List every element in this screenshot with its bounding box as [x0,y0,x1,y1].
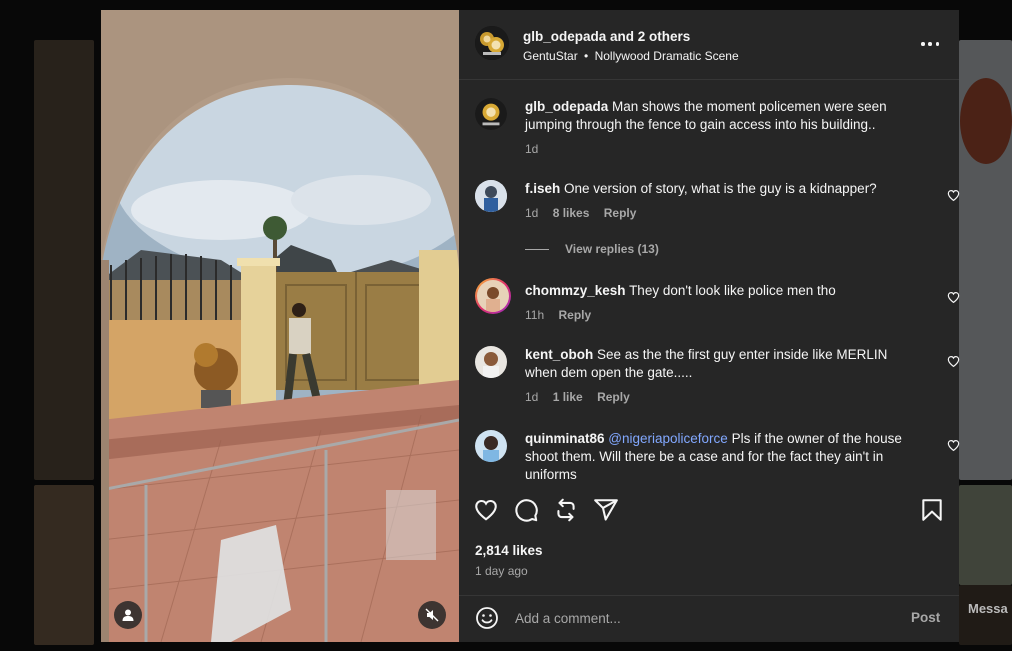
comment-item: quinminat86 @nigeriapoliceforce Pls if t… [475,430,960,490]
mute-icon [425,608,439,622]
post-header: glb_odepada and 2 others GentuStar • Nol… [459,10,959,80]
audio-name[interactable]: Nollywood Dramatic Scene [595,49,739,63]
comment-likes[interactable]: 8 likes [553,206,590,220]
comment-time[interactable]: 1d [525,390,538,404]
post-actions [459,493,959,529]
coauthors-link[interactable]: and 2 others [610,29,690,44]
post-subtitle: GentuStar • Nollywood Dramatic Scene [523,49,739,63]
caption-text-block: glb_odepada Man shows the moment policem… [525,98,920,134]
comment-meta: 1d 1 like Reply [525,390,641,404]
user-tag-button[interactable] [114,601,142,629]
commenter-avatar[interactable] [475,430,507,462]
bookmark-icon[interactable] [919,497,945,523]
comment-text-block: chommzy_kesh They don't look like police… [525,282,920,300]
avatar-image [475,346,507,378]
comment-item: kent_oboh See as the the first guy enter… [475,346,960,406]
reply-button[interactable]: Reply [604,206,637,220]
more-icon [928,42,932,46]
share-icon[interactable] [593,497,619,523]
subtitle-account[interactable]: GentuStar [523,49,578,63]
comment-mention-link[interactable]: @nigeriapoliceforce [608,431,728,446]
emoji-icon[interactable] [475,606,499,630]
view-replies-line [525,248,549,250]
post-details-panel: glb_odepada and 2 others GentuStar • Nol… [459,10,960,642]
caption-time[interactable]: 1d [525,142,538,156]
post-caption: glb_odepada Man shows the moment policem… [475,98,935,158]
comment-text-block: kent_oboh See as the the first guy enter… [525,346,920,382]
caption-avatar[interactable] [475,98,507,130]
avatar-image [475,430,507,462]
post-author-line: glb_odepada and 2 others [523,29,690,44]
more-icon [935,42,939,46]
comment-username[interactable]: chommzy_kesh [525,283,626,298]
comment-like-heart-icon[interactable] [947,291,960,304]
comment-text: One version of story, what is the guy is… [564,181,877,196]
commenter-avatar[interactable] [475,346,507,378]
post-video[interactable] [101,10,459,642]
comment-username[interactable]: kent_oboh [525,347,593,362]
heart-icon[interactable] [473,497,499,523]
comment-input[interactable] [515,607,895,629]
comment-time[interactable]: 1d [525,206,538,220]
caption-meta: 1d [525,142,549,156]
lion-logo-icon [475,98,507,130]
avatar-image [475,180,507,212]
add-comment-bar: Post [459,595,959,642]
author-username[interactable]: glb_odepada [523,29,606,44]
user-tag-icon [122,609,134,621]
bg-messages-label: Messa [968,601,1008,616]
comment-like-heart-icon[interactable] [947,439,960,452]
comment-meta: 11h Reply [525,308,602,322]
comment-text-block: f.iseh One version of story, what is the… [525,180,920,198]
comment-like-heart-icon[interactable] [947,355,960,368]
comment-icon[interactable] [513,497,539,523]
commenter-avatar[interactable] [475,180,507,212]
comment-time[interactable]: 11h [525,308,544,322]
comment-item: chommzy_kesh They don't look like police… [475,278,960,328]
comment-meta: 1d 8 likes Reply [525,206,647,220]
subtitle-separator: • [584,49,589,63]
comment-likes[interactable]: 1 like [553,390,583,404]
more-options-button[interactable] [917,36,943,52]
comment-username[interactable]: quinminat86 [525,431,605,446]
video-frame [101,10,459,642]
repost-icon[interactable] [553,497,579,523]
author-avatar[interactable] [475,26,509,60]
coauthors-text: and 2 others [610,29,691,44]
likes-count[interactable]: 2,814 likes [475,543,543,558]
lion-logo-icon [475,26,509,60]
post-comment-button[interactable]: Post [911,610,940,625]
mute-button[interactable] [418,601,446,629]
caption-username[interactable]: glb_odepada [525,99,608,114]
view-replies-button[interactable]: View replies (13) [525,242,659,256]
post-modal: glb_odepada and 2 others GentuStar • Nol… [101,10,960,642]
reply-button[interactable]: Reply [597,390,630,404]
comment-username[interactable]: f.iseh [525,181,560,196]
view-replies-label: View replies (13) [565,242,659,256]
comment-text: They don't look like police men tho [629,283,836,298]
comment-text-block: quinminat86 @nigeriapoliceforce Pls if t… [525,430,920,484]
more-icon [921,42,925,46]
commenter-avatar[interactable] [475,278,511,314]
post-time[interactable]: 1 day ago [475,564,528,578]
comment-like-heart-icon[interactable] [947,189,960,202]
avatar-image [477,280,509,312]
reply-button[interactable]: Reply [558,308,591,322]
